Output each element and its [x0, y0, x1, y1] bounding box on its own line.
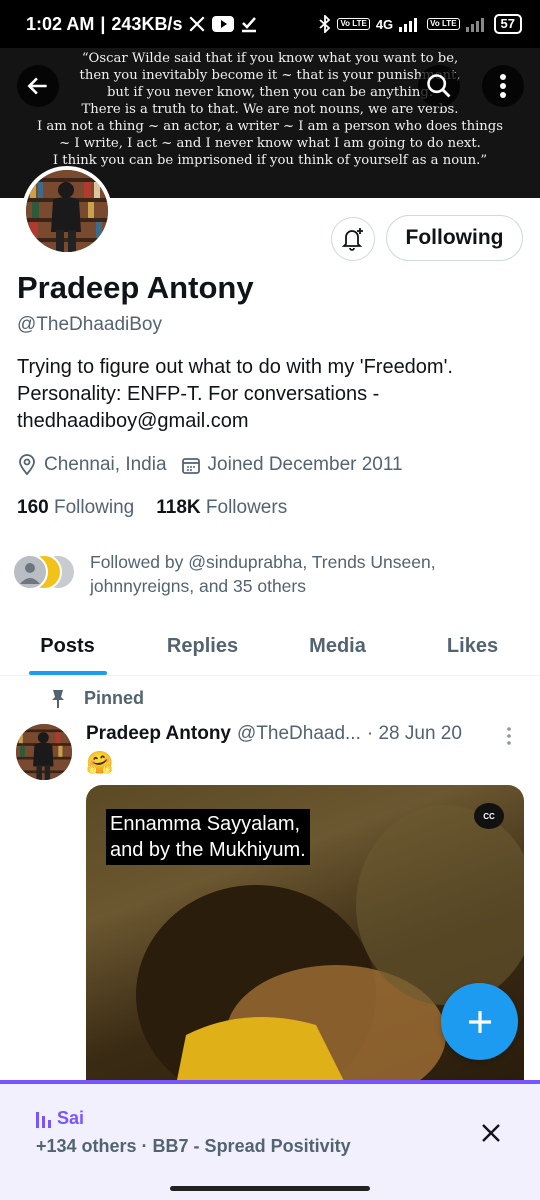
bluetooth-icon: [319, 15, 331, 33]
video-subtitle: Ennamma Sayyalam, and by the Mukhiyum.: [106, 809, 310, 865]
battery-icon: 57: [493, 14, 522, 34]
pinned-label: Pinned: [84, 688, 145, 708]
followers-count: 118K: [156, 497, 201, 518]
space-host: Sai: [36, 1108, 84, 1129]
bell-plus-icon: [341, 228, 363, 251]
location-icon: [19, 454, 35, 476]
tab-replies[interactable]: Replies: [135, 618, 270, 675]
signal-4g-icon: [399, 16, 421, 32]
close-icon: [482, 1124, 500, 1142]
post-more-button[interactable]: [505, 726, 513, 751]
post-handle[interactable]: @TheDhaad...: [237, 723, 361, 745]
profile-tabs: Posts Replies Media Likes: [0, 618, 540, 676]
network-type: 4G: [375, 16, 394, 32]
followed-by[interactable]: Followed by @sinduprabha, Trends Unseen,…: [12, 550, 490, 598]
space-title: +134 others · BB7 - Spread Positivity: [36, 1136, 351, 1156]
notifications-button[interactable]: [331, 217, 375, 261]
status-separator: |: [100, 13, 106, 34]
following-button[interactable]: Following: [386, 215, 523, 261]
followed-by-text: Followed by @sinduprabha, Trends Unseen,…: [90, 552, 436, 596]
banner-line: ~ I write, I act ~ and I never know what…: [59, 136, 481, 151]
avatar: [12, 554, 48, 590]
x-icon: [188, 15, 206, 33]
profile-handle: @TheDhaadiBoy: [17, 314, 162, 335]
post-date[interactable]: · 28 Jun 20: [367, 723, 462, 745]
following-label: Following: [53, 497, 135, 518]
spaces-dock[interactable]: Sai +134 others · BB7 - Spread Positivit…: [0, 1080, 540, 1200]
volte-icon: Vo LTE: [427, 18, 460, 30]
arrow-left-icon: [27, 77, 47, 95]
profile-meta: Chennai, India Joined December 2011: [17, 454, 409, 476]
space-host-name: Sai: [57, 1108, 85, 1128]
status-bar: 1:02 AM | 243KB/s Vo LTE 4G Vo LTE 57: [0, 0, 540, 48]
tab-likes[interactable]: Likes: [405, 618, 540, 675]
pinned-indicator: Pinned: [50, 688, 144, 709]
search-icon: [427, 74, 451, 98]
status-time: 1:02 AM: [26, 13, 95, 34]
more-vertical-icon: [500, 74, 506, 98]
following-count: 160: [17, 497, 49, 518]
followers-label: Followers: [205, 497, 288, 518]
tab-posts[interactable]: Posts: [0, 618, 135, 675]
post-author[interactable]: Pradeep Antony: [86, 723, 231, 745]
banner-line: I am not a thing ~ an actor, a writer ~ …: [36, 119, 504, 134]
volte-icon: Vo LTE: [337, 18, 370, 30]
subtitle-line: Ennamma Sayyalam,: [110, 813, 301, 835]
compose-button[interactable]: [441, 983, 518, 1060]
plus-icon: [468, 1010, 491, 1033]
subtitle-line: and by the Mukhiyum.: [110, 839, 306, 861]
captions-button[interactable]: CC: [474, 803, 504, 829]
banner-line: “Oscar Wilde said that if you know what …: [81, 51, 459, 66]
followers-stat[interactable]: 118K Followers: [156, 497, 287, 519]
following-stat[interactable]: 160 Following: [17, 497, 134, 519]
signal-icon: [465, 16, 488, 32]
profile-avatar[interactable]: [22, 166, 112, 256]
profile-stats: 160 Following 118K Followers: [17, 497, 287, 519]
download-done-icon: [240, 15, 258, 33]
calendar-icon: [181, 458, 200, 474]
back-button[interactable]: [17, 65, 59, 107]
followed-by-avatars: [12, 554, 80, 594]
status-speed: 243KB/s: [111, 13, 183, 34]
banner-line: There is a truth to that. We are not nou…: [81, 102, 459, 117]
tab-media[interactable]: Media: [270, 618, 405, 675]
youtube-icon: [212, 16, 235, 32]
search-button[interactable]: [418, 65, 460, 107]
post-header: Pradeep Antony @TheDhaad... · 28 Jun 20: [86, 723, 526, 745]
profile-name: Pradeep Antony: [17, 270, 254, 305]
profile-joined: Joined December 2011: [207, 454, 403, 475]
more-options-button[interactable]: [482, 65, 524, 107]
banner-line: I think you can be imprisoned if you thi…: [52, 153, 488, 168]
audio-bars-icon: [36, 1111, 51, 1128]
post-avatar[interactable]: [16, 724, 72, 780]
profile-bio: Trying to figure out what to do with my …: [17, 356, 453, 432]
close-space-button[interactable]: [478, 1120, 504, 1151]
pin-icon: [52, 689, 64, 708]
post-text: 🤗: [86, 750, 114, 775]
more-vertical-icon: [507, 727, 511, 745]
profile-location: Chennai, India: [44, 454, 167, 475]
home-indicator: [170, 1186, 370, 1191]
